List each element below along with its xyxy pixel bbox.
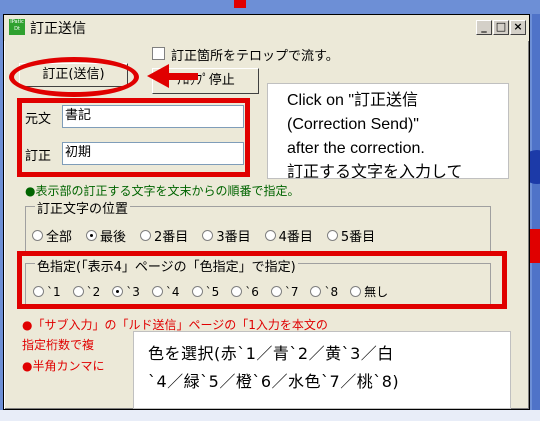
radio-circle [326,230,338,241]
annotation-ellipse [9,57,139,97]
tooltip-line: 色を選択(赤`1／青`2／黄`3／白 [148,344,394,363]
radio-label: 2番目 [154,230,189,245]
radio-label: 4番目 [278,230,313,245]
radio-circle [140,230,152,241]
radio-label: 5番目 [340,230,376,245]
position-radio-row: 全部 最後 2番目 3番目 4番目 5番目 [32,226,389,245]
position-radio-all[interactable]: 全部 [32,226,72,245]
window-title: 訂正送信 [30,21,86,37]
radio-circle-selected [86,230,98,241]
annotation-arrow-shaft [168,73,198,80]
background-strip [532,14,540,421]
position-radio-2nd[interactable]: 2番目 [140,226,188,245]
radio-label: 3番目 [216,230,251,245]
position-group-title: 訂正文字の位置 [35,198,131,217]
tooltip-line: (Correction Send)" [287,116,419,133]
annotation-arrow-icon [147,64,169,88]
annotation-rect-color [17,251,507,309]
radio-circle [32,230,43,241]
note-line: ●半角カンマに [22,359,105,373]
tooltip-line: `4／緑`5／橙`6／水色`7／桃`8) [148,372,400,391]
position-radio-last[interactable]: 最後 [86,226,126,245]
instruction-text: ●表示部の訂正する文字を文末からの順番で指定。 [25,184,300,198]
app-icon: IPatic Dt [9,19,25,35]
english-tooltip: Click on "訂正送信 (Correction Send)" after … [267,83,509,179]
radio-label: 全部 [46,230,73,245]
close-button[interactable]: × [510,20,526,35]
tooltip-line: after the correction. [287,140,425,157]
background-arrow-tip [234,0,246,8]
minimize-button[interactable]: _ [476,20,492,35]
note-line: 指定桁数で複 [22,338,95,352]
position-radio-3rd[interactable]: 3番目 [202,226,251,245]
radio-label: 最後 [100,230,127,245]
position-radio-5th[interactable]: 5番目 [326,226,376,245]
radio-circle [202,230,214,241]
color-help-tooltip: 色を選択(赤`1／青`2／黄`3／白 `4／緑`5／橙`6／水色`7／桃`8) [133,331,511,409]
tooltip-line: 訂正する文字を入力して [287,164,463,179]
position-radio-4th[interactable]: 4番目 [264,226,313,245]
maximize-button[interactable]: □ [493,20,509,35]
radio-circle [264,230,276,241]
background-bottom-strip [0,410,540,421]
scroll-telop-checkbox[interactable] [152,47,165,60]
scroll-telop-label: 訂正箇所をテロップで流す。 [171,49,339,64]
tooltip-line: Click on "訂正送信 [287,92,419,109]
annotation-rect-fields [17,98,250,177]
